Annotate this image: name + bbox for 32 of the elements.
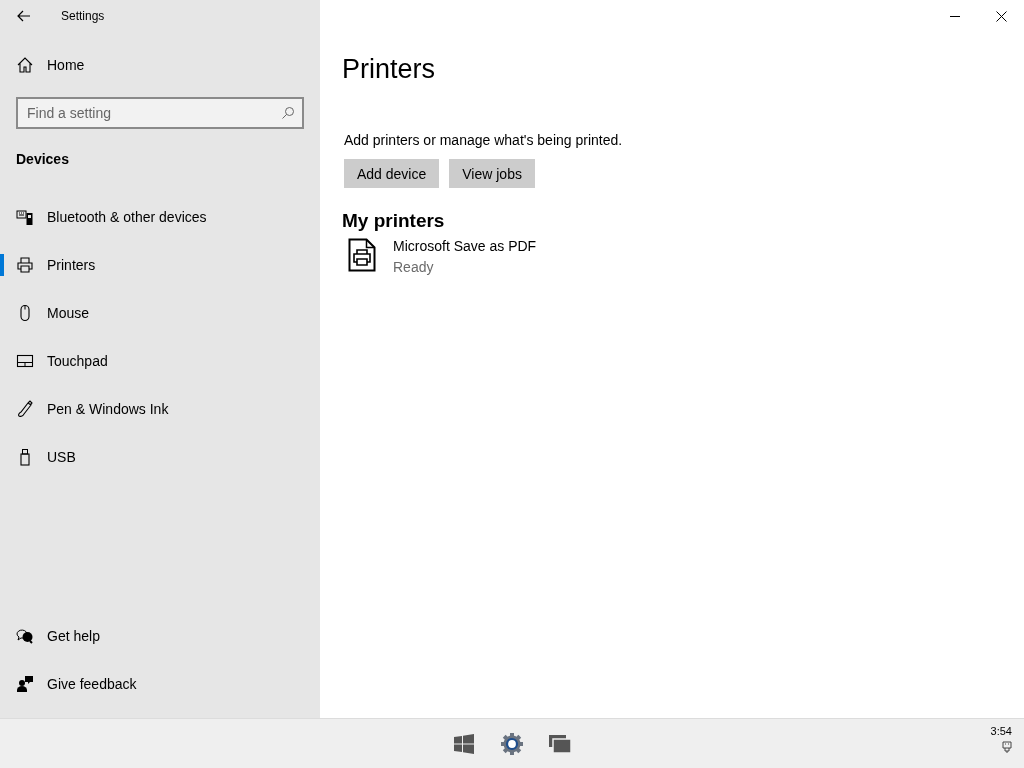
home-icon xyxy=(16,56,34,74)
section-heading: My printers xyxy=(342,210,446,232)
nav-item[interactable]: Give feedback xyxy=(0,660,320,709)
nav-item[interactable]: Mouse xyxy=(0,289,320,337)
section-heading: Devices xyxy=(15,150,70,169)
nav-item[interactable]: Bluetooth & other devices xyxy=(0,193,320,241)
printer-status: Ready xyxy=(393,259,435,275)
action-button[interactable]: View jobs xyxy=(449,159,535,188)
close-icon xyxy=(995,10,1007,22)
home-nav-item[interactable]: Home xyxy=(0,41,320,89)
page-title: Printers xyxy=(342,54,437,86)
clock-time: 3:54 xyxy=(990,725,1012,738)
pen-icon xyxy=(16,400,34,418)
window-title: Settings xyxy=(61,9,105,23)
nav-item[interactable]: Get help xyxy=(0,612,320,661)
power-plug-icon[interactable] xyxy=(1002,741,1012,754)
nav-item[interactable]: Printers xyxy=(0,241,320,289)
search-icon xyxy=(281,106,295,120)
touchpad-icon xyxy=(16,352,34,370)
action-button[interactable]: Add device xyxy=(344,159,440,188)
keyboard-phone-icon xyxy=(16,208,34,226)
printer-document-icon[interactable] xyxy=(348,238,376,272)
printer-name[interactable]: Microsoft Save as PDF xyxy=(393,238,537,254)
nav-item[interactable]: USB xyxy=(0,433,320,481)
nav-item[interactable]: Pen & Windows Ink xyxy=(0,385,320,433)
back-arrow-icon xyxy=(17,10,31,22)
chat-bubble-question-icon xyxy=(16,627,34,646)
printer-icon xyxy=(16,256,34,274)
page-description: Add printers or manage what's being printed. xyxy=(344,132,624,148)
search-field[interactable]: Find a setting xyxy=(16,97,304,129)
person-speech-icon xyxy=(16,675,34,694)
nav-item[interactable]: Touchpad xyxy=(0,337,320,385)
